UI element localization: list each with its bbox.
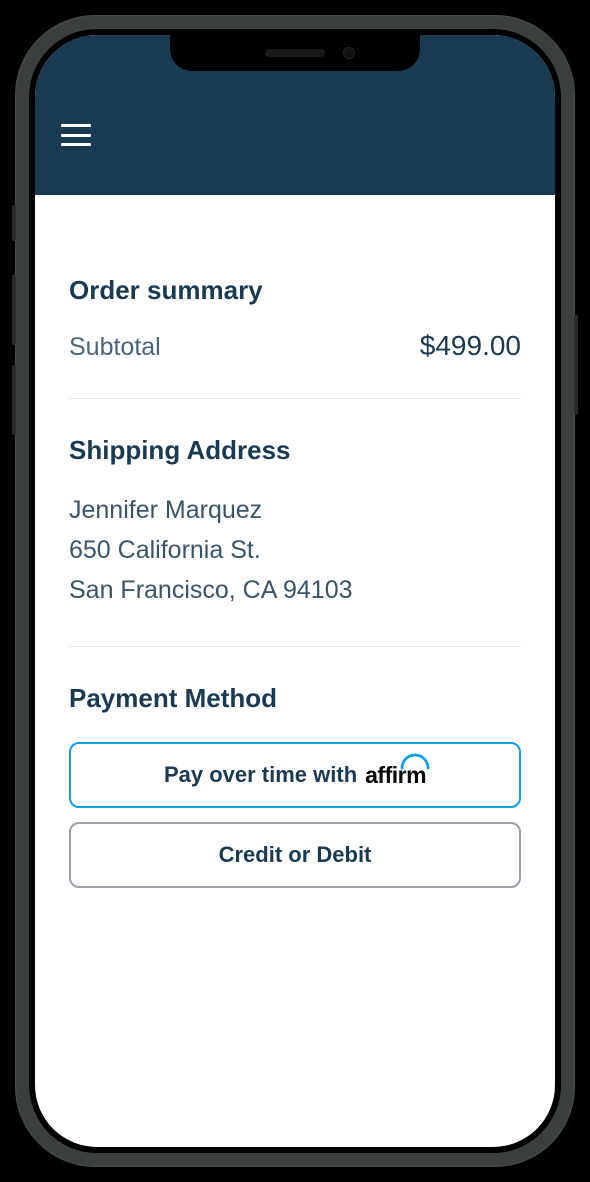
pay-with-card-button[interactable]: Credit or Debit (69, 822, 521, 888)
phone-power-button (574, 315, 578, 415)
phone-bezel: Order summary Subtotal $499.00 Shipping … (29, 29, 561, 1153)
payment-section: Payment Method Pay over time with affirm… (69, 647, 521, 924)
pay-with-affirm-button[interactable]: Pay over time with affirm (69, 742, 521, 808)
payment-title: Payment Method (69, 683, 521, 714)
hamburger-menu-icon[interactable] (61, 124, 91, 146)
checkout-content: Order summary Subtotal $499.00 Shipping … (35, 195, 555, 924)
card-button-label: Credit or Debit (219, 842, 372, 868)
shipping-city-state-zip: San Francisco, CA 94103 (69, 570, 521, 610)
affirm-arc-icon (400, 752, 430, 770)
phone-volume-up (12, 275, 16, 345)
affirm-logo: affirm (365, 762, 426, 789)
shipping-title: Shipping Address (69, 435, 521, 466)
subtotal-label: Subtotal (69, 333, 161, 362)
subtotal-row: Subtotal $499.00 (69, 330, 521, 362)
shipping-section: Shipping Address Jennifer Marquez 650 Ca… (69, 399, 521, 647)
shipping-name: Jennifer Marquez (69, 490, 521, 530)
phone-frame: Order summary Subtotal $499.00 Shipping … (15, 15, 575, 1167)
screen: Order summary Subtotal $499.00 Shipping … (35, 35, 555, 1147)
order-summary-section: Order summary Subtotal $499.00 (69, 195, 521, 399)
phone-mute-switch (12, 205, 16, 241)
phone-camera (343, 47, 355, 59)
order-summary-title: Order summary (69, 275, 521, 306)
phone-volume-down (12, 365, 16, 435)
subtotal-value: $499.00 (420, 330, 521, 362)
affirm-prefix-text: Pay over time with (164, 762, 357, 788)
phone-notch (170, 35, 420, 71)
shipping-street: 650 California St. (69, 530, 521, 570)
phone-speaker (265, 49, 325, 57)
